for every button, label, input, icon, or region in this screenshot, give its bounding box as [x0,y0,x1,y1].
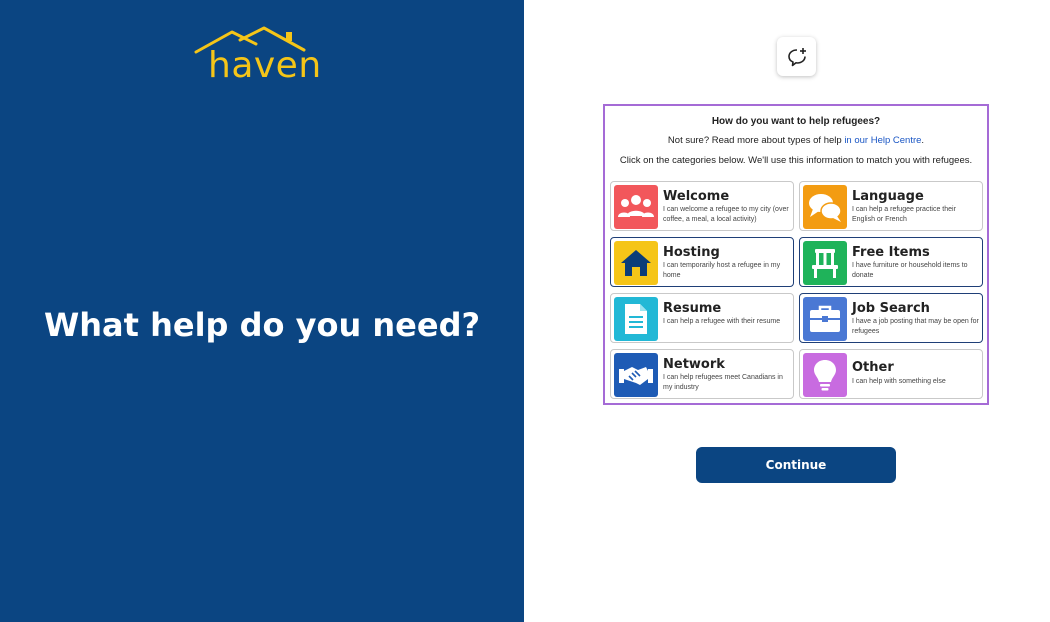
category-title: Welcome [663,189,730,204]
category-description: I can help a refugee with their resume [663,318,781,325]
resume-icon-box [614,297,658,341]
help-text-prefix: Not sure? Read more about types of help [667,135,845,146]
category-description: I have furniture or household items to d… [852,262,968,279]
chair-icon [812,249,838,278]
category-description: I can help a refugee practice their Engl… [852,206,956,223]
category-tile-other[interactable]: Other I can help with something else [799,349,983,399]
lightbulb-icon [814,360,836,391]
category-title: Job Search [852,301,930,316]
category-tile-job-search[interactable]: Job Search I have a job posting that may… [799,293,983,343]
instructions-text: Click on the categories below. We'll use… [619,155,973,166]
category-tile-resume[interactable]: Resume I can help a refugee with their r… [610,293,794,343]
network-icon-box [614,353,658,397]
category-description: I can welcome a refugee to my city (over… [663,206,789,223]
chat-add-icon [787,47,806,66]
handshake-icon [619,367,653,385]
category-description: I can temporarily host a refugee in my h… [663,262,781,279]
people-icon [618,195,654,217]
category-title: Resume [663,301,722,316]
language-icon-box [803,185,847,229]
haven-logo: haven [194,26,322,86]
category-title: Free Items [852,245,930,260]
briefcase-icon [810,305,840,332]
help-text: Not sure? Read more about types of help … [605,135,987,146]
house-icon [621,250,651,276]
free-items-icon-box [803,241,847,285]
hosting-icon-box [614,241,658,285]
help-centre-link[interactable]: in our Help Centre [844,135,921,146]
category-description: I have a job posting that may be open fo… [852,318,979,335]
category-title: Other [852,360,894,375]
welcome-icon-box [614,185,658,229]
category-tile-network[interactable]: Network I can help refugees meet Canadia… [610,349,794,399]
category-title: Hosting [663,245,720,260]
other-icon-box [803,353,847,397]
continue-button[interactable]: Continue [696,447,896,483]
left-panel: haven What help do you need? [0,0,524,622]
help-type-form: How do you want to help refugees? Not su… [603,104,989,405]
job-search-icon-box [803,297,847,341]
page-title: What help do you need? [43,306,481,344]
category-tile-language[interactable]: Language I can help a refugee practice t… [799,181,983,231]
category-tile-hosting[interactable]: Hosting I can temporarily host a refugee… [610,237,794,287]
category-title: Language [852,189,924,204]
document-icon [625,304,647,334]
category-description: I can help with something else [852,378,946,385]
chat-add-button[interactable] [777,37,816,76]
category-title: Network [663,357,725,372]
category-tile-welcome[interactable]: Welcome I can welcome a refugee to my ci… [610,181,794,231]
question-title: How do you want to help refugees? [711,116,881,127]
category-tile-free-items[interactable]: Free Items I have furniture or household… [799,237,983,287]
category-description: I can help refugees meet Canadians in my… [663,374,783,391]
brand-name: haven [208,45,322,86]
help-text-suffix: . [921,135,925,146]
chat-bubbles-icon [809,194,842,222]
